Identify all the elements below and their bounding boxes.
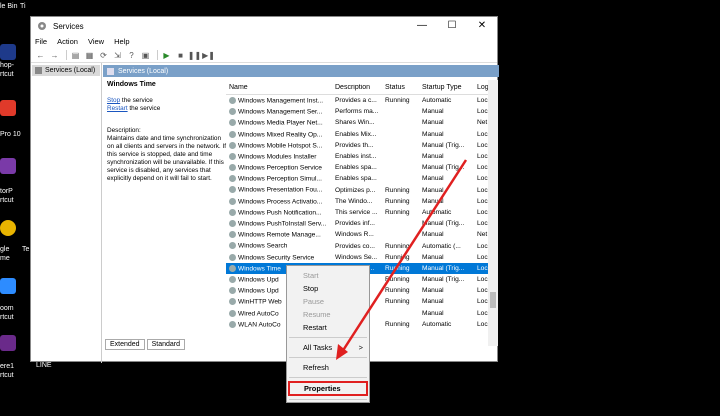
annotation-arrow <box>336 159 468 360</box>
